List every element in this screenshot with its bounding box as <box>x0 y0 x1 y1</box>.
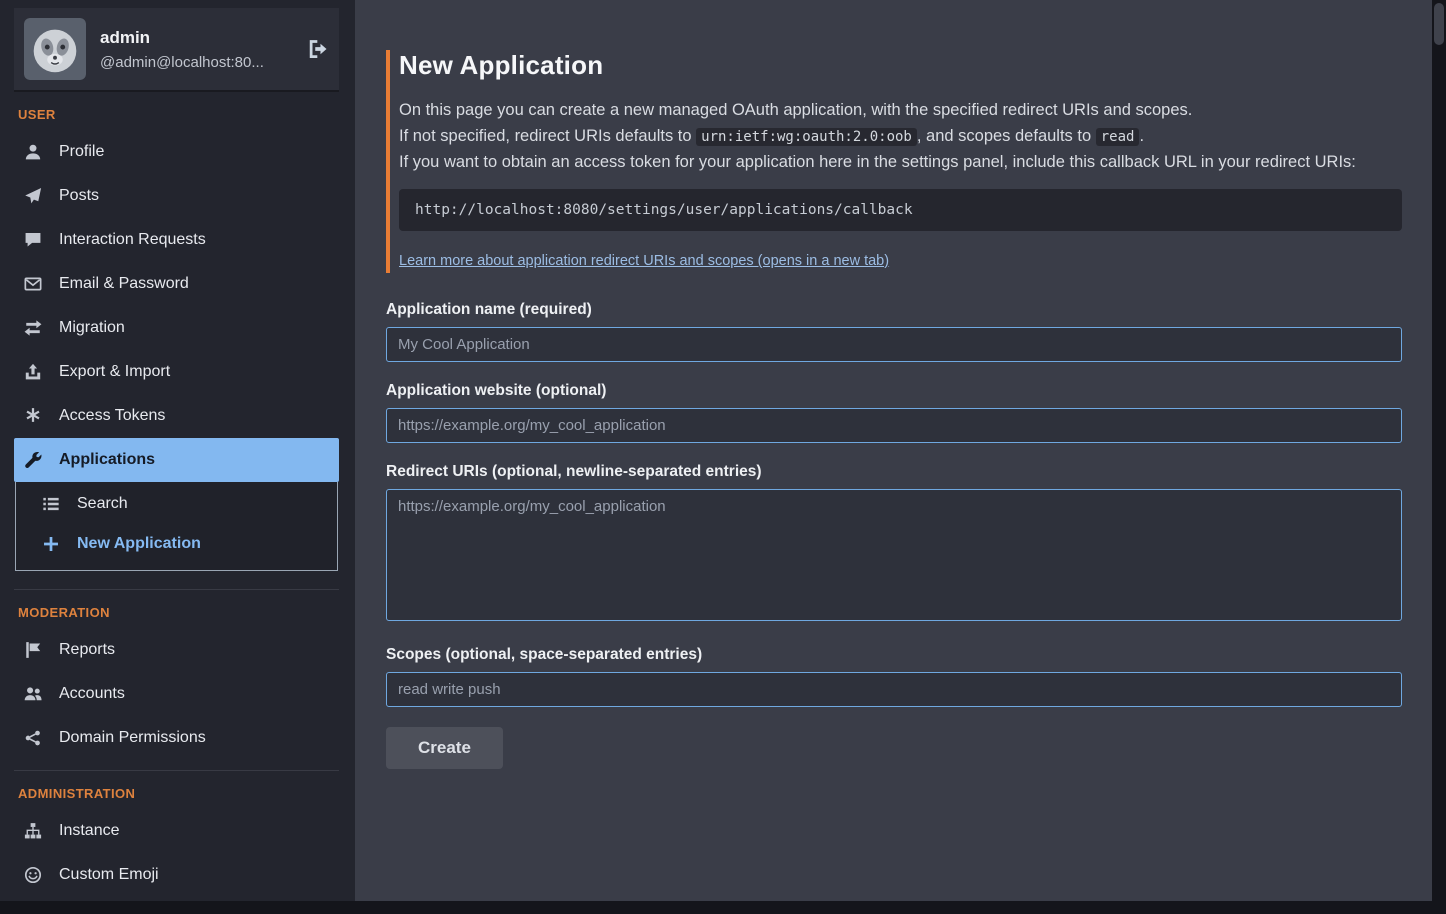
wrench-icon <box>22 451 44 469</box>
sidebar-item-label: Interaction Requests <box>59 231 206 249</box>
exchange-icon <box>22 319 44 337</box>
sidebar-item-label: New Application <box>77 535 201 553</box>
sidebar-item-label: Accounts <box>59 685 125 703</box>
sidebar-item-email-password[interactable]: Email & Password <box>14 262 339 306</box>
sidebar-item-label: Migration <box>59 319 125 337</box>
vertical-scrollbar[interactable] <box>1432 0 1446 901</box>
application-website-label: Application website (optional) <box>386 382 1402 400</box>
intro-line-2: If not specified, redirect URIs defaults… <box>399 125 1402 149</box>
comment-icon <box>22 231 44 249</box>
sidebar-item-label: Search <box>77 495 128 513</box>
sidebar-item-migration[interactable]: Migration <box>14 306 339 350</box>
page-title: New Application <box>399 50 1402 81</box>
intro-line-1: On this page you can create a new manage… <box>399 99 1402 123</box>
sidebar-item-label: Instance <box>59 822 119 840</box>
page: admin @admin@localhost:80... USER Profil… <box>0 0 1446 901</box>
sidebar-section-user: USER Profile Posts Interaction Requests … <box>14 107 339 590</box>
list-icon <box>40 495 62 513</box>
paper-plane-icon <box>22 187 44 205</box>
sidebar-item-instance[interactable]: Instance <box>14 809 339 853</box>
sidebar-item-search[interactable]: Search <box>16 484 337 524</box>
sidebar-item-label: Email & Password <box>59 275 189 293</box>
sidebar-item-label: Profile <box>59 143 104 161</box>
application-name-label: Application name (required) <box>386 301 1402 319</box>
envelope-icon <box>22 275 44 293</box>
sidebar-item-label: Domain Permissions <box>59 729 206 747</box>
sitemap-icon <box>22 822 44 840</box>
sidebar-item-custom-emoji[interactable]: Custom Emoji <box>14 853 339 897</box>
intro-line-3: If you want to obtain an access token fo… <box>399 151 1402 175</box>
domain-graph-icon <box>22 729 44 747</box>
section-header-user: USER <box>18 107 335 122</box>
user-icon <box>22 143 44 161</box>
scopes-label: Scopes (optional, space-separated entrie… <box>386 646 1402 664</box>
section-header-administration: ADMINISTRATION <box>18 786 335 801</box>
sidebar-item-reports[interactable]: Reports <box>14 628 339 672</box>
asterisk-icon <box>22 407 44 425</box>
learn-more-link[interactable]: Learn more about application redirect UR… <box>399 253 889 269</box>
sidebar-item-label: Applications <box>59 451 155 469</box>
sidebar-item-label: Access Tokens <box>59 407 165 425</box>
vertical-scrollbar-thumb[interactable] <box>1434 3 1444 45</box>
users-icon <box>22 685 44 703</box>
new-application-form: Application name (required) Application … <box>386 301 1402 769</box>
sidebar-item-actions[interactable]: Actions <box>14 897 339 901</box>
plus-icon <box>40 535 62 553</box>
application-name-input[interactable] <box>386 327 1402 362</box>
create-button[interactable]: Create <box>386 727 503 769</box>
application-website-input[interactable] <box>386 408 1402 443</box>
export-icon <box>22 363 44 381</box>
sidebar-item-applications[interactable]: Applications <box>14 438 339 482</box>
horizontal-scrollbar[interactable] <box>0 901 1446 914</box>
sidebar-item-label: Reports <box>59 641 115 659</box>
applications-submenu: Search New Application <box>15 482 338 571</box>
sidebar-item-profile[interactable]: Profile <box>14 130 339 174</box>
sidebar-item-export-import[interactable]: Export & Import <box>14 350 339 394</box>
sidebar-section-moderation: MODERATION Reports Accounts Domain Permi… <box>14 605 339 771</box>
sidebar-item-interaction-requests[interactable]: Interaction Requests <box>14 218 339 262</box>
sidebar: admin @admin@localhost:80... USER Profil… <box>0 0 355 901</box>
sidebar-item-domain-permissions[interactable]: Domain Permissions <box>14 716 339 760</box>
sidebar-item-posts[interactable]: Posts <box>14 174 339 218</box>
sidebar-item-label: Posts <box>59 187 99 205</box>
callback-url-codeblock: http://localhost:8080/settings/user/appl… <box>399 189 1402 231</box>
flag-icon <box>22 641 44 659</box>
intro-block: New Application On this page you can cre… <box>386 50 1402 273</box>
redirect-uris-label: Redirect URIs (optional, newline-separat… <box>386 463 1402 481</box>
section-header-moderation: MODERATION <box>18 605 335 620</box>
scopes-input[interactable] <box>386 672 1402 707</box>
sidebar-section-administration: ADMINISTRATION Instance Custom Emoji Act… <box>14 786 339 901</box>
user-card[interactable]: admin @admin@localhost:80... <box>14 8 339 92</box>
user-info: admin @admin@localhost:80... <box>100 28 293 71</box>
sidebar-item-new-application[interactable]: New Application <box>16 524 337 564</box>
sign-out-icon[interactable] <box>307 38 329 60</box>
sidebar-item-label: Export & Import <box>59 363 170 381</box>
redirect-uris-textarea[interactable] <box>386 489 1402 621</box>
user-name: admin <box>100 28 293 48</box>
avatar <box>24 18 86 80</box>
inline-code-read: read <box>1096 128 1140 146</box>
inline-code-oob: urn:ietf:wg:oauth:2.0:oob <box>696 128 917 146</box>
main-panel: New Application On this page you can cre… <box>355 0 1432 901</box>
sidebar-item-access-tokens[interactable]: Access Tokens <box>14 394 339 438</box>
user-handle: @admin@localhost:80... <box>100 54 293 71</box>
sidebar-item-accounts[interactable]: Accounts <box>14 672 339 716</box>
sidebar-item-label: Custom Emoji <box>59 866 159 884</box>
smile-icon <box>22 866 44 884</box>
